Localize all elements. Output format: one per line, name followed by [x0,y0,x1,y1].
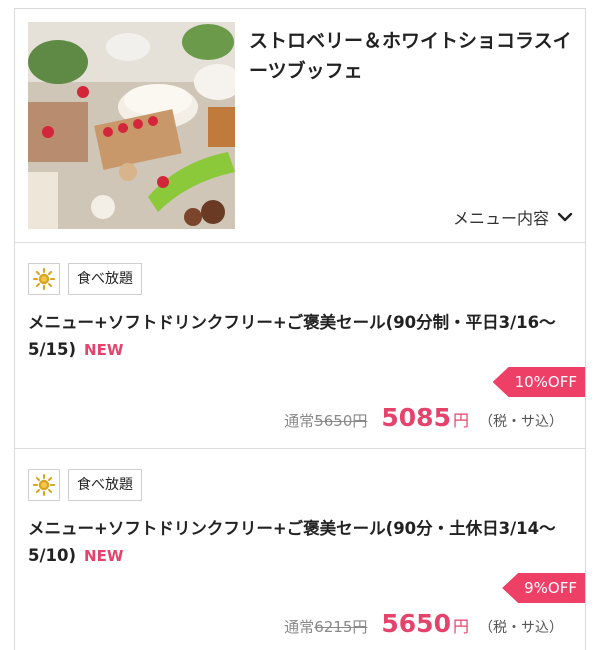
new-badge: NEW [84,341,124,359]
normal-price-yen: 円 [352,618,368,636]
plan-item[interactable]: 食べ放題 メニュー+ソフトドリンクフリー+ご褒美セール(90分・土休日3/14〜… [15,449,585,650]
plan-type-tag: 食べ放題 [68,263,142,295]
sale-price: 5650 [381,609,451,638]
normal-price-label: 通常 [284,618,315,636]
sun-icon [28,263,60,295]
normal-price: 5650 [314,412,353,430]
buffet-card: ストロベリー＆ホワイトショコラスイーツブッフェ メニュー内容 食べ放題 メニュー… [14,8,586,650]
chevron-down-icon [557,212,573,222]
normal-price-label: 通常 [284,412,315,430]
normal-price: 6215 [314,618,353,636]
normal-price-yen: 円 [352,412,368,430]
buffet-photo-illustration [28,22,235,229]
new-badge: NEW [84,547,124,565]
plan-tags: 食べ放題 [28,469,142,501]
tax-note: （税・サ込） [479,414,563,430]
plan-name[interactable]: メニュー+ソフトドリンクフリー+ご褒美セール(90分・土休日3/14〜5/10)… [28,515,576,570]
buffet-title: ストロベリー＆ホワイトショコラスイーツブッフェ [249,30,572,82]
plan-name[interactable]: メニュー+ソフトドリンクフリー+ご褒美セール(90分制・平日3/16〜5/15)… [28,309,576,364]
discount-ribbon: 9%OFF [502,573,585,603]
buffet-header: ストロベリー＆ホワイトショコラスイーツブッフェ メニュー内容 [15,9,585,243]
price-row: 通常 6215 円 5650 円 （税・サ込） [284,609,563,638]
menu-content-toggle[interactable]: メニュー内容 [453,205,573,229]
tax-note: （税・サ込） [479,620,563,636]
buffet-photo[interactable] [28,22,235,229]
plan-tags: 食べ放題 [28,263,142,295]
sale-price-yen: 円 [452,411,469,430]
discount-ribbon: 10%OFF [492,367,585,397]
sun-icon [28,469,60,501]
plan-type-tag: 食べ放題 [68,469,142,501]
price-row: 通常 5650 円 5085 円 （税・サ込） [284,403,563,432]
sale-price-yen: 円 [452,617,469,636]
menu-content-label: メニュー内容 [452,209,549,228]
sale-price: 5085 [381,403,451,432]
plan-item[interactable]: 食べ放題 メニュー+ソフトドリンクフリー+ご褒美セール(90分制・平日3/16〜… [15,243,585,449]
